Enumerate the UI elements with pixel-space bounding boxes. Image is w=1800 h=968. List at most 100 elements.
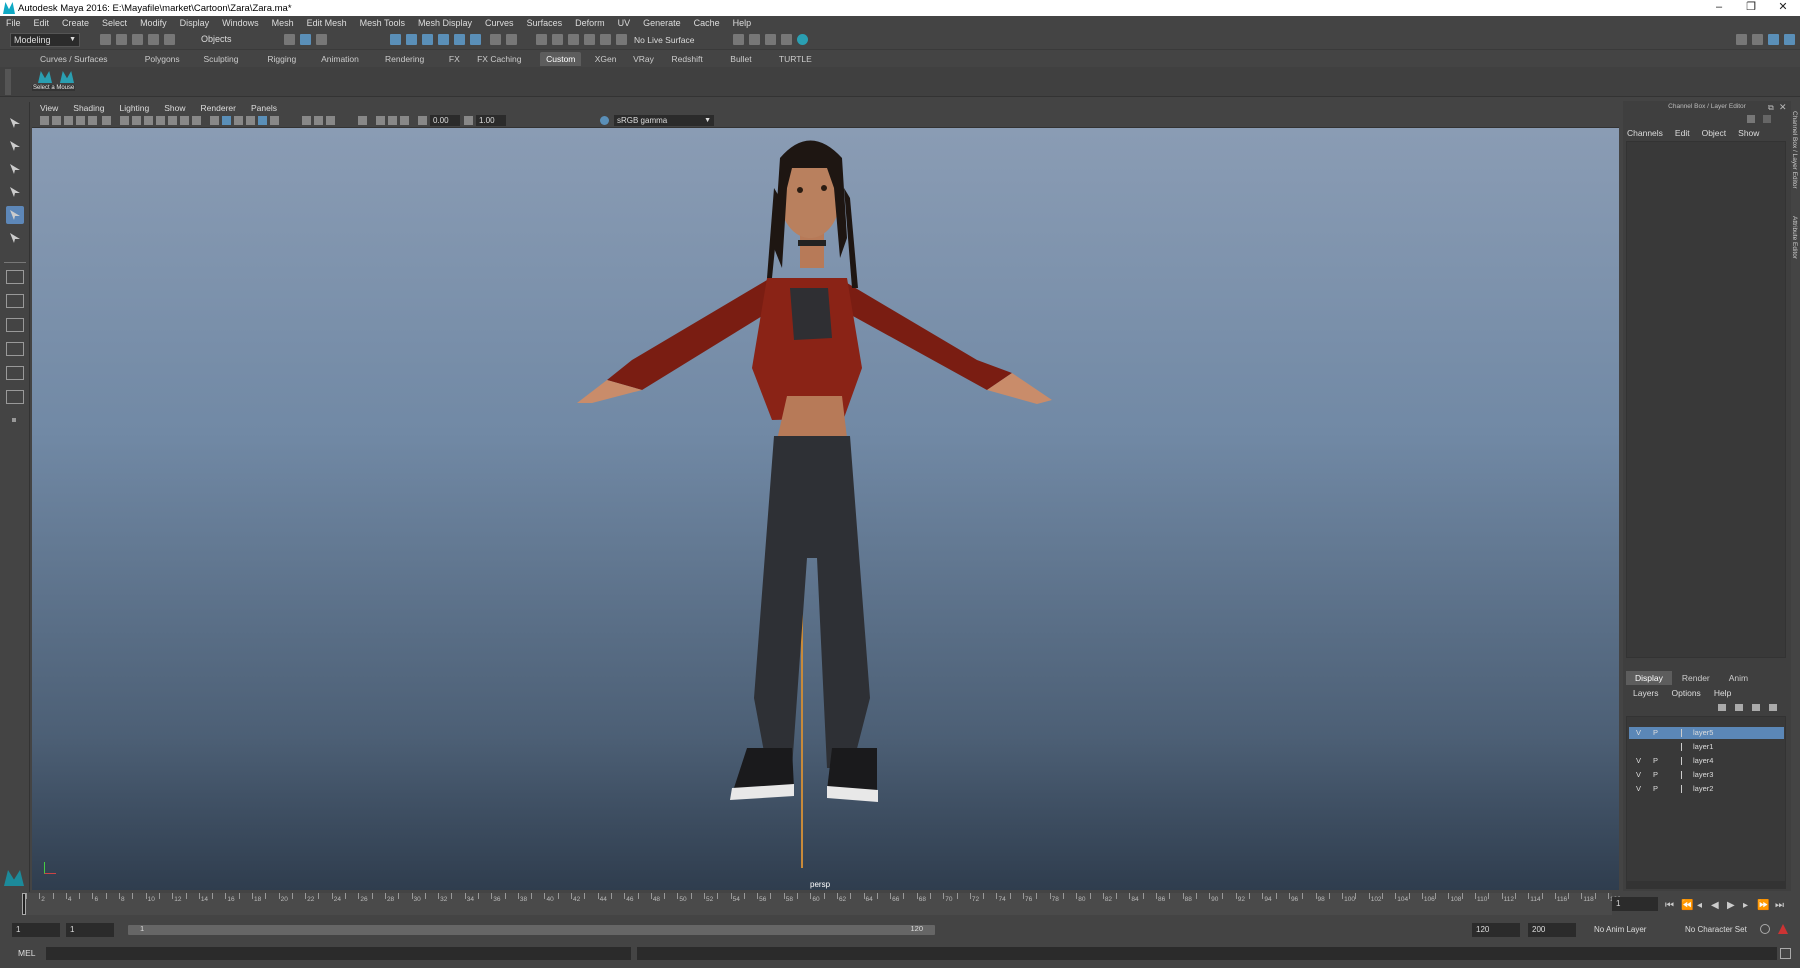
wireframe-icon[interactable] bbox=[210, 116, 219, 125]
layer-row[interactable]: V Player2 bbox=[1629, 783, 1784, 795]
step-forward-frame-icon[interactable]: ▸ bbox=[1743, 900, 1748, 911]
undo-icon[interactable] bbox=[148, 34, 159, 45]
close-button[interactable]: ✕ bbox=[1767, 0, 1799, 16]
layer-menu-options[interactable]: Options bbox=[1672, 688, 1701, 698]
shelf-tab-turtle[interactable]: TURTLE bbox=[773, 52, 818, 66]
shelf-tab-curves-surfaces[interactable]: Curves / Surfaces bbox=[34, 52, 114, 66]
layer-name[interactable]: layer4 bbox=[1693, 755, 1713, 767]
color-management-icon[interactable] bbox=[600, 116, 609, 125]
range-slider[interactable]: 1 120 bbox=[128, 924, 935, 935]
select-deformations-icon[interactable] bbox=[454, 34, 465, 45]
panel-menu-panels[interactable]: Panels bbox=[251, 103, 277, 113]
menu-mesh-display[interactable]: Mesh Display bbox=[418, 18, 472, 28]
open-scene-icon[interactable] bbox=[116, 34, 127, 45]
layer-row[interactable]: V Player4 bbox=[1629, 755, 1784, 767]
layer-playback-toggle[interactable]: P bbox=[1653, 755, 1658, 767]
menu-mesh-tools[interactable]: Mesh Tools bbox=[360, 18, 405, 28]
snap-point-icon[interactable] bbox=[568, 34, 579, 45]
shelf-tab-sculpting[interactable]: Sculpting bbox=[198, 52, 245, 66]
layer-visibility-toggle[interactable]: V bbox=[1636, 783, 1641, 795]
current-time-indicator[interactable] bbox=[22, 893, 26, 915]
side-tab-attribute-editor[interactable]: Attribute Editor bbox=[1791, 216, 1798, 259]
select-by-object-icon[interactable] bbox=[300, 34, 311, 45]
menu-generate[interactable]: Generate bbox=[643, 18, 681, 28]
color-space-dropdown[interactable]: sRGB gamma ▼ bbox=[614, 115, 714, 126]
persp-hypershade-layout-icon[interactable] bbox=[6, 366, 24, 380]
layer-tab-render[interactable]: Render bbox=[1673, 671, 1719, 685]
play-backwards-icon[interactable]: ◀ bbox=[1711, 900, 1719, 911]
use-all-lights-icon[interactable] bbox=[258, 116, 267, 125]
bookmark-icon[interactable] bbox=[64, 116, 73, 125]
maya-home-icon[interactable] bbox=[4, 870, 24, 886]
script-language-toggle[interactable]: MEL bbox=[18, 948, 35, 958]
xray-components-icon[interactable] bbox=[400, 116, 409, 125]
current-frame-field[interactable]: 1 bbox=[1612, 897, 1658, 911]
layer-playback-toggle[interactable]: P bbox=[1653, 727, 1658, 739]
shelf-mouse-icon[interactable] bbox=[38, 71, 52, 83]
single-perspective-layout-icon[interactable] bbox=[6, 270, 24, 284]
float-panel-icon[interactable]: ⧉ bbox=[1768, 103, 1774, 113]
camera-attributes-icon[interactable] bbox=[52, 116, 61, 125]
play-forwards-icon[interactable]: ▶ bbox=[1727, 900, 1735, 911]
menu-cache[interactable]: Cache bbox=[694, 18, 720, 28]
panel-menu-view[interactable]: View bbox=[40, 103, 58, 113]
2d-pan-zoom-icon[interactable] bbox=[88, 116, 97, 125]
select-handles-icon[interactable] bbox=[390, 34, 401, 45]
layer-tab-display[interactable]: Display bbox=[1626, 671, 1672, 685]
layer-visibility-toggle[interactable]: V bbox=[1636, 727, 1641, 739]
channel-box-toggle-icon[interactable] bbox=[1768, 34, 1779, 45]
safe-title-icon[interactable] bbox=[192, 116, 201, 125]
move-layer-up-icon[interactable] bbox=[1718, 704, 1726, 711]
snap-grid-icon[interactable] bbox=[536, 34, 547, 45]
move-tool[interactable] bbox=[6, 183, 24, 201]
time-ruler[interactable]: 2 4 6 8 10 12 14 16 18 20 22 24 26 28 30 32 34 36 38 40 42 44… bbox=[22, 893, 1621, 915]
playback-start-field[interactable]: 1 bbox=[66, 923, 114, 937]
exposure-field[interactable]: 0.00 bbox=[430, 115, 460, 126]
save-scene-icon[interactable] bbox=[132, 34, 143, 45]
select-curves-icon[interactable] bbox=[422, 34, 433, 45]
outliner-layout-icon[interactable] bbox=[6, 390, 24, 404]
render-settings-icon[interactable] bbox=[765, 34, 776, 45]
persp-outliner-layout-icon[interactable] bbox=[6, 318, 24, 332]
layer-list-scrollbar[interactable] bbox=[1626, 881, 1786, 889]
snap-view-plane-icon[interactable] bbox=[584, 34, 595, 45]
panel-menu-renderer[interactable]: Renderer bbox=[201, 103, 236, 113]
anti-aliasing-icon[interactable] bbox=[326, 116, 335, 125]
command-input[interactable] bbox=[46, 947, 631, 960]
layer-name[interactable]: layer2 bbox=[1693, 783, 1713, 795]
menu-deform[interactable]: Deform bbox=[575, 18, 605, 28]
shelf-tab-rigging[interactable]: Rigging bbox=[261, 52, 302, 66]
menu-help[interactable]: Help bbox=[733, 18, 752, 28]
resolution-gate-icon[interactable] bbox=[144, 116, 153, 125]
layer-color-swatch[interactable] bbox=[1681, 743, 1691, 751]
new-layer-from-selection-icon[interactable] bbox=[1769, 704, 1777, 711]
shelf-tab-vray[interactable]: VRay bbox=[627, 52, 660, 66]
panel-menu-show[interactable]: Show bbox=[164, 103, 185, 113]
new-empty-layer-icon[interactable] bbox=[1752, 704, 1760, 711]
gamma-icon[interactable] bbox=[464, 116, 473, 125]
wireframe-on-shaded-icon[interactable] bbox=[234, 116, 243, 125]
shelf-mouse-icon[interactable] bbox=[60, 71, 74, 83]
shelf-tab-rendering[interactable]: Rendering bbox=[379, 52, 430, 66]
shelf-tab-xgen[interactable]: XGen bbox=[589, 52, 623, 66]
shelf-tab-fx[interactable]: FX bbox=[443, 52, 466, 66]
layer-name[interactable]: layer1 bbox=[1693, 741, 1713, 753]
attribute-editor-toggle-icon[interactable] bbox=[1784, 34, 1795, 45]
menu-file[interactable]: File bbox=[6, 18, 21, 28]
selection-mode-label[interactable]: Objects bbox=[201, 34, 232, 44]
exposure-icon[interactable] bbox=[418, 116, 427, 125]
go-to-start-icon[interactable]: ⏮ bbox=[1665, 900, 1674, 911]
new-scene-icon[interactable] bbox=[100, 34, 111, 45]
shelf-tab-fx-caching[interactable]: FX Caching bbox=[471, 52, 527, 66]
menu-windows[interactable]: Windows bbox=[222, 18, 259, 28]
grid-icon[interactable] bbox=[120, 116, 129, 125]
snap-live-icon[interactable] bbox=[600, 34, 611, 45]
workspace-icon[interactable] bbox=[1736, 34, 1747, 45]
layer-menu-help[interactable]: Help bbox=[1714, 688, 1731, 698]
shelf-tab-polygons[interactable]: Polygons bbox=[139, 52, 186, 66]
safe-action-icon[interactable] bbox=[180, 116, 189, 125]
shelf-tab-custom[interactable]: Custom bbox=[540, 52, 582, 66]
playback-end-field[interactable]: 120 bbox=[1472, 923, 1520, 937]
panel-menu-shading[interactable]: Shading bbox=[73, 103, 104, 113]
channel-box-area[interactable] bbox=[1626, 141, 1786, 658]
